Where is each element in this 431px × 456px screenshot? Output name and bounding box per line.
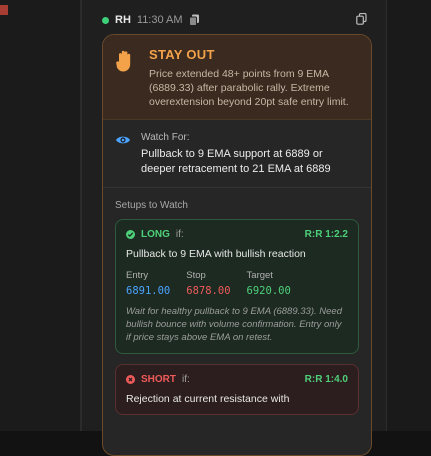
target-value: 6920.00 (246, 285, 291, 297)
price-levels: Entry 6891.00 Stop 6878.00 Target 6920.0… (126, 270, 348, 297)
setup-if-label: if: (182, 374, 190, 385)
online-status-dot (102, 16, 109, 24)
alert-title: STAY OUT (149, 47, 215, 62)
long-check-icon (126, 230, 135, 239)
stay-out-alert: STAY OUT Price extended 48+ points from … (103, 35, 371, 120)
risk-reward-ratio: R:R 1:4.0 (304, 374, 348, 385)
setup-note: Wait for healthy pullback to 9 EMA (6889… (126, 306, 342, 343)
alert-body: Price extended 48+ points from 9 EMA (68… (149, 68, 349, 108)
watch-for-text: Pullback to 9 EMA support at 6889 or dee… (141, 148, 331, 175)
short-setup-card: SHORT if: R:R 1:4.0 Rejection at current… (115, 364, 359, 415)
entry-label: Entry (126, 270, 149, 281)
trade-analysis-card: STAY OUT Price extended 48+ points from … (102, 34, 372, 456)
message-timestamp: 11:30 AM (136, 14, 183, 26)
left-pane-indicator (0, 5, 8, 15)
left-pane (0, 0, 80, 431)
right-pane (386, 0, 431, 431)
target-level: Target 6920.00 (247, 270, 291, 297)
watch-for-label: Watch For: (141, 132, 190, 143)
setup-direction: LONG (141, 229, 170, 240)
entry-level: Entry 6891.00 (126, 270, 170, 297)
hand-stop-icon (115, 47, 137, 109)
eye-icon (115, 132, 131, 177)
stop-level: Stop 6878.00 (186, 270, 230, 297)
stop-value: 6878.00 (186, 285, 231, 297)
long-setup-card: LONG if: R:R 1:2.2 Pullback to 9 EMA wit… (115, 219, 359, 354)
stop-label: Stop (186, 270, 206, 281)
setup-description: Pullback to 9 EMA with bullish reaction (126, 248, 306, 260)
setup-description: Rejection at current resistance with (126, 393, 290, 405)
short-x-icon (126, 375, 135, 384)
setup-direction: SHORT (141, 374, 176, 385)
message-column: RH 11:30 AM STAY OUT Price extended 48+ … (82, 0, 386, 456)
target-label: Target (246, 270, 273, 281)
author-name: RH (115, 14, 131, 26)
entry-value: 6891.00 (126, 285, 171, 297)
watch-for-section: Watch For: Pullback to 9 EMA support at … (103, 120, 371, 188)
setup-if-label: if: (175, 229, 184, 240)
risk-reward-ratio: R:R 1:2.2 (304, 229, 348, 240)
setups-heading: Setups to Watch (115, 200, 188, 211)
message-header: RH 11:30 AM (102, 12, 200, 28)
copy-message-icon[interactable] (356, 13, 367, 25)
copy-icon[interactable] (188, 14, 200, 26)
